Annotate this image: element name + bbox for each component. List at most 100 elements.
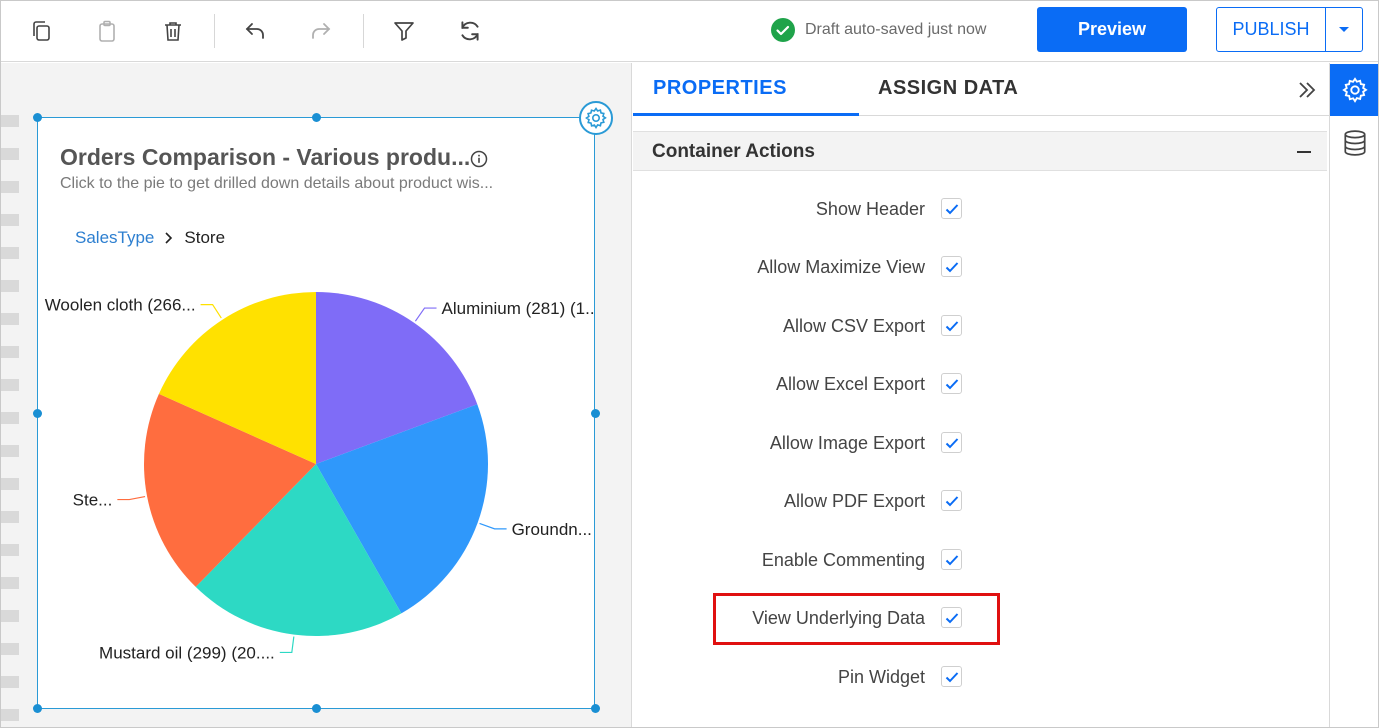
grid-mark — [1, 445, 19, 457]
grid-mark — [1, 511, 19, 523]
data-source-rail-button[interactable] — [1330, 117, 1378, 169]
gear-icon — [585, 107, 607, 129]
caret-down-icon — [1339, 26, 1349, 32]
property-row: Allow Excel Export — [633, 370, 1327, 400]
pie-data-label: Ste... — [73, 491, 113, 510]
paste-icon[interactable] — [89, 13, 125, 49]
allow-excel-export-checkbox[interactable] — [941, 373, 962, 394]
checkmark-icon — [945, 203, 958, 214]
resize-handle-bottom-right[interactable] — [591, 704, 600, 713]
double-chevron-right-icon[interactable] — [1296, 79, 1318, 101]
checkmark-icon — [945, 495, 958, 506]
property-row: Pin Widget — [633, 663, 1327, 693]
show-header-checkbox[interactable] — [941, 198, 962, 219]
pie-leader-line — [479, 522, 507, 530]
settings-icon — [1341, 77, 1368, 103]
toolbar: Draft auto-saved just now Preview PUBLIS… — [1, 1, 1378, 62]
property-row: Allow PDF Export — [633, 487, 1327, 517]
grid-mark — [1, 577, 19, 589]
pie-leader-line — [279, 636, 295, 654]
enable-commenting-checkbox[interactable] — [941, 549, 962, 570]
grid-mark — [1, 214, 19, 226]
resize-handle-left[interactable] — [33, 409, 42, 418]
resize-handle-right[interactable] — [591, 409, 600, 418]
pie-data-label: Aluminium (281) (1... — [442, 299, 594, 318]
design-canvas[interactable]: Orders Comparison - Various produ... Cli… — [1, 63, 632, 727]
toolbar-divider — [214, 14, 215, 48]
checkmark-icon — [945, 554, 958, 565]
checkmark-icon — [945, 437, 958, 448]
checkmark-icon — [945, 320, 958, 331]
delete-icon[interactable] — [155, 13, 191, 49]
grid-mark — [1, 280, 19, 292]
checkmark-icon — [945, 378, 958, 389]
grid-mark — [1, 643, 19, 655]
pin-widget-checkbox[interactable] — [941, 666, 962, 687]
grid-mark — [1, 115, 19, 127]
pie-leader-line — [200, 304, 222, 319]
property-label: Enable Commenting — [761, 550, 925, 570]
tab-properties[interactable]: PROPERTIES — [653, 77, 787, 100]
property-row: Show Header — [633, 195, 1327, 225]
grid-mark — [1, 676, 19, 688]
property-label: Allow PDF Export — [783, 491, 925, 511]
grid-mark — [1, 313, 19, 325]
tab-assign-data[interactable]: ASSIGN DATA — [878, 77, 1018, 100]
pie-leader-line — [414, 307, 437, 322]
properties-rail-button[interactable] — [1330, 64, 1378, 116]
pie-chart-widget[interactable]: Orders Comparison - Various produ... Cli… — [33, 113, 600, 713]
grid-mark — [1, 478, 19, 490]
resize-handle-bottom[interactable] — [312, 704, 321, 713]
publish-dropdown-button[interactable] — [1326, 8, 1362, 51]
filter-icon[interactable] — [386, 13, 422, 49]
property-label: Allow CSV Export — [782, 316, 925, 336]
database-icon — [1343, 130, 1366, 156]
property-label: Allow Image Export — [769, 433, 925, 453]
grid-mark — [1, 148, 19, 160]
autosave-status: Draft auto-saved just now — [771, 18, 986, 42]
refresh-icon[interactable] — [452, 13, 488, 49]
publish-split-button: PUBLISH — [1216, 7, 1363, 52]
grid-mark — [1, 412, 19, 424]
allow-image-export-checkbox[interactable] — [941, 432, 962, 453]
preview-button[interactable]: Preview — [1037, 7, 1187, 52]
grid-mark — [1, 379, 19, 391]
autosave-text: Draft auto-saved just now — [805, 21, 987, 38]
allow-maximize-view-checkbox[interactable] — [941, 256, 962, 277]
pie-chart[interactable]: Aluminium (281) (1... Groundn... Mustard o… — [38, 118, 594, 708]
grid-mark — [1, 181, 19, 193]
allow-csv-export-checkbox[interactable] — [941, 315, 962, 336]
resize-handle-top[interactable] — [312, 113, 321, 122]
pie-data-label: Groundn... — [512, 520, 592, 539]
container-actions-header[interactable]: Container Actions — [633, 131, 1327, 171]
grid-mark — [1, 610, 19, 622]
grid-mark — [1, 346, 19, 358]
property-row: Enable Commenting — [633, 546, 1327, 576]
active-tab-indicator — [633, 113, 859, 116]
resize-handle-top-left[interactable] — [33, 113, 42, 122]
property-label: Show Header — [815, 199, 925, 219]
undo-icon[interactable] — [237, 13, 273, 49]
checkmark-icon — [945, 671, 958, 682]
property-label: Allow Excel Export — [775, 374, 925, 394]
property-row: Allow Image Export — [633, 429, 1327, 459]
toolbar-divider — [363, 14, 364, 48]
resize-handle-bottom-left[interactable] — [33, 704, 42, 713]
widget-settings-button[interactable] — [579, 101, 613, 135]
redo-icon[interactable] — [303, 13, 339, 49]
property-row: Allow Maximize View — [633, 253, 1327, 283]
property-row: Allow CSV Export — [633, 312, 1327, 342]
property-label: Allow Maximize View — [757, 257, 925, 277]
allow-pdf-export-checkbox[interactable] — [941, 490, 962, 511]
panel-tabs: PROPERTIES ASSIGN DATA — [633, 63, 1329, 116]
publish-button[interactable]: PUBLISH — [1217, 8, 1326, 51]
grid-mark — [1, 247, 19, 259]
check-circle-icon — [771, 18, 795, 42]
pie-leader-line — [117, 495, 146, 501]
grid-mark — [1, 709, 19, 721]
right-icon-rail — [1329, 63, 1378, 727]
checkmark-icon — [945, 261, 958, 272]
copy-icon[interactable] — [23, 13, 59, 49]
collapse-section-icon[interactable] — [1297, 151, 1311, 153]
grid-mark — [1, 544, 19, 556]
